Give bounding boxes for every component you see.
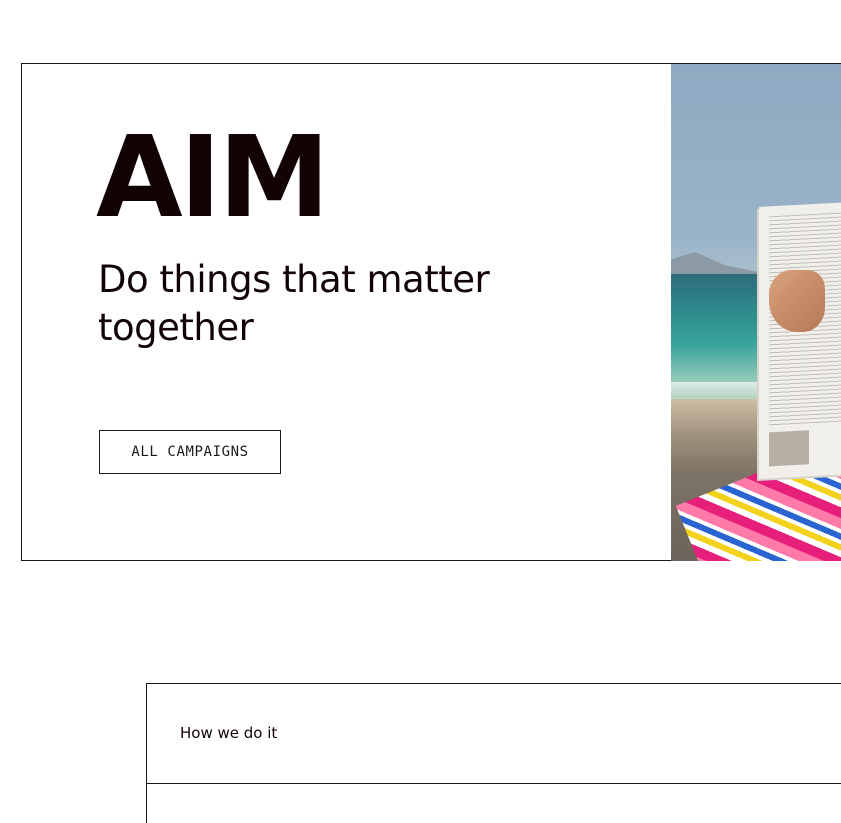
- hero-card: AIM Do things that matter together ALL C…: [21, 63, 841, 561]
- hero-subtitle: Do things that matter together: [98, 258, 490, 349]
- newspaper-photo: [769, 430, 809, 467]
- hero-title: AIM: [96, 113, 330, 243]
- how-we-do-it-section: How we do it: [146, 683, 841, 823]
- hero-image-newspaper: [759, 201, 841, 479]
- section-label: How we do it: [180, 724, 278, 742]
- hero-image-hand: [769, 270, 825, 332]
- all-campaigns-button[interactable]: ALL CAMPAIGNS: [99, 430, 281, 474]
- section-divider: [147, 783, 841, 784]
- hero-image: [671, 64, 841, 561]
